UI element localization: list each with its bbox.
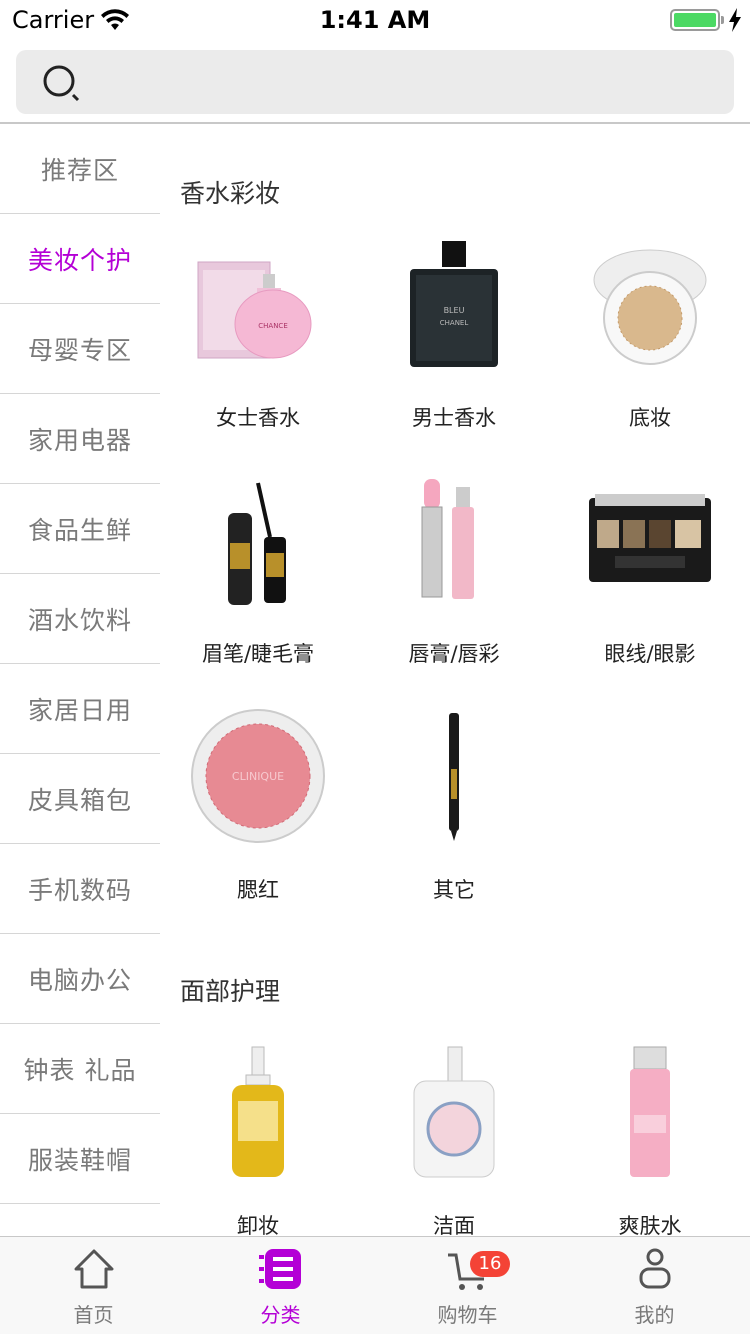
lipstick-icon — [384, 470, 524, 610]
sidebar-item[interactable]: 家居日用 — [0, 664, 160, 754]
status-bar: Carrier 1:41 AM — [0, 0, 750, 40]
product-tile[interactable]: 其它 — [356, 706, 552, 942]
sidebar-item[interactable]: 皮具箱包 — [0, 754, 160, 844]
tab-category[interactable]: 分类 — [187, 1237, 374, 1335]
svg-text:CHANCE: CHANCE — [258, 322, 288, 330]
svg-text:BLEU: BLEU — [444, 306, 465, 315]
sidebar-item[interactable]: 电脑办公 — [0, 934, 160, 1024]
home-icon — [74, 1249, 114, 1289]
charging-icon — [729, 8, 741, 32]
perfume-black-icon: BLEU CHANEL — [384, 234, 524, 374]
tab-home[interactable]: 首页 — [0, 1237, 187, 1335]
product-label: 卸妆 — [237, 1214, 279, 1236]
search-input[interactable] — [100, 60, 700, 104]
product-label: 底妆 — [629, 406, 671, 430]
tab-bar: 首页 分类 16 购物车 我的 — [0, 1236, 750, 1334]
section-title: 香水彩妆 — [180, 179, 281, 208]
tab-profile[interactable]: 我的 — [561, 1237, 748, 1335]
sidebar-item[interactable]: 美妆个护 — [0, 214, 160, 304]
perfume-pink-icon: CHANCE — [188, 234, 328, 374]
product-label: 唇膏/唇彩 — [408, 642, 500, 666]
clock: 1:41 AM — [319, 6, 431, 34]
sidebar-item[interactable]: 酒水饮料 — [0, 574, 160, 664]
product-tile[interactable]: 眉笔/睫毛膏 — [160, 470, 356, 706]
product-label: 其它 — [433, 878, 475, 902]
product-tile[interactable]: 底妆 — [552, 234, 748, 470]
blush-compact-icon: CLINIQUE — [188, 706, 328, 846]
profile-icon — [639, 1248, 671, 1289]
product-label: 爽肤水 — [618, 1214, 682, 1236]
sidebar-item[interactable]: 钟表 礼品 — [0, 1024, 160, 1114]
product-label: 洁面 — [433, 1214, 475, 1236]
svg-text:CLINIQUE: CLINIQUE — [232, 770, 284, 783]
tab-cart[interactable]: 16 购物车 — [374, 1237, 561, 1335]
sidebar-item[interactable]: 食品生鲜 — [0, 484, 160, 574]
product-label: 男士香水 — [412, 406, 496, 430]
section-title: 面部护理 — [180, 977, 281, 1006]
sidebar-item[interactable]: 推荐区 — [0, 124, 160, 214]
svg-text:CHANEL: CHANEL — [440, 319, 469, 327]
product-label: 眉笔/睫毛膏 — [201, 642, 315, 666]
product-tile[interactable]: CLINIQUE 腮红 — [160, 706, 356, 942]
cart-badge: 16 — [470, 1251, 510, 1277]
product-tile[interactable]: 爽肤水 — [552, 1042, 748, 1236]
face-wash-bottle-icon — [384, 1042, 524, 1182]
eyeliner-pen-icon — [384, 706, 524, 846]
toner-bottle-icon — [580, 1042, 720, 1182]
cushion-compact-icon — [580, 234, 720, 374]
product-tile[interactable]: BLEU CHANEL 男士香水 — [356, 234, 552, 470]
product-tile[interactable]: 眼线/眼影 — [552, 470, 748, 706]
search-icon — [43, 65, 80, 102]
sidebar-item[interactable]: 手机数码 — [0, 844, 160, 934]
sidebar-item[interactable]: 服装鞋帽 — [0, 1114, 160, 1204]
product-tile[interactable]: 唇膏/唇彩 — [356, 470, 552, 706]
category-sidebar: 推荐区 美妆个护 母婴专区 家用电器 食品生鲜 酒水饮料 家居日用 皮具箱包 手机数码 电脑办公钟… — [0, 124, 160, 1236]
sidebar-item[interactable]: 家用电器 — [0, 394, 160, 484]
product-tile[interactable]: CHANCE 女士香水 — [160, 234, 356, 470]
tab-label: 购物车 — [437, 1303, 498, 1327]
category-icon — [259, 1249, 301, 1289]
tab-label: 我的 — [634, 1303, 675, 1327]
product-grid-area: 香水彩妆 CHANCE 女士香水 BLEU CHANEL 男士香水 底妆 眉笔/… — [160, 124, 750, 1236]
tab-label: 首页 — [73, 1303, 114, 1327]
product-tile[interactable]: 卸妆 — [160, 1042, 356, 1236]
battery-icon — [670, 9, 720, 31]
product-tile[interactable]: 洁面 — [356, 1042, 552, 1236]
cleansing-oil-icon — [188, 1042, 328, 1182]
tab-label: 分类 — [260, 1303, 301, 1327]
product-label: 女士香水 — [216, 406, 300, 430]
sidebar-item[interactable]: 母婴专区 — [0, 304, 160, 394]
product-label: 眼线/眼影 — [604, 642, 696, 666]
product-label: 腮红 — [237, 878, 279, 902]
search-bar[interactable] — [16, 50, 734, 114]
mascara-icon — [188, 470, 328, 610]
eyeshadow-palette-icon — [580, 470, 720, 610]
